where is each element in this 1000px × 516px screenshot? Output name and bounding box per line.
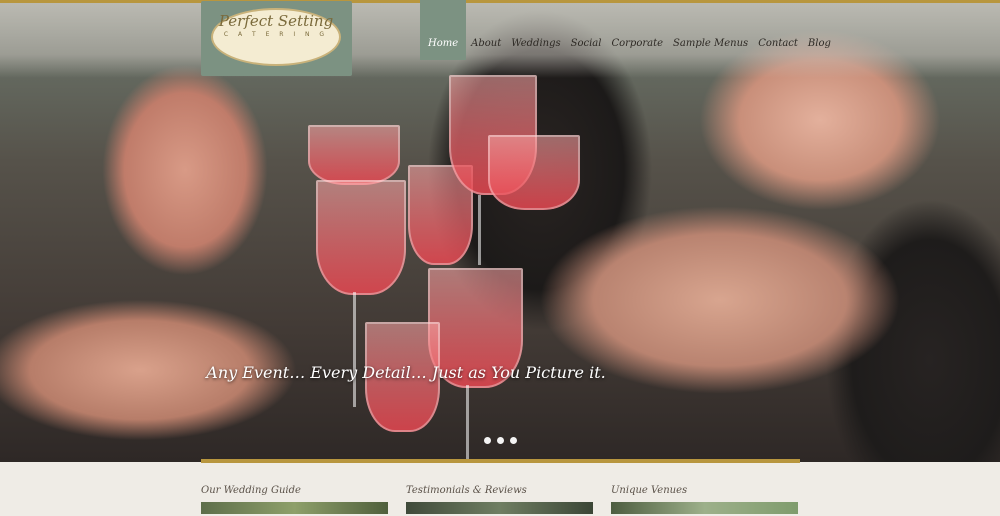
nav-contact[interactable]: Contact [753, 0, 803, 60]
glass-stem [478, 195, 481, 265]
hero-tagline: Any Event… Every Detail… Just as You Pic… [206, 363, 606, 382]
nav-home[interactable]: Home [420, 0, 467, 60]
cocktail-glass [488, 135, 580, 210]
nav-sample-menus[interactable]: Sample Menus [668, 0, 753, 60]
nav-about[interactable]: About [466, 0, 506, 60]
slider-pagination [484, 437, 517, 444]
nav-corporate[interactable]: Corporate [606, 0, 668, 60]
slider-dot-1[interactable] [484, 437, 491, 444]
nav-social[interactable]: Social [566, 0, 607, 60]
cocktail-glass [316, 180, 406, 295]
feature-title[interactable]: Testimonials & Reviews [406, 484, 594, 498]
glass-stem [466, 385, 469, 460]
main-navigation: Home About Weddings Social Corporate Sam… [420, 0, 836, 60]
slider-dot-2[interactable] [497, 437, 504, 444]
feature-thumbnail[interactable] [611, 502, 798, 514]
slider-dot-3[interactable] [510, 437, 517, 444]
site-logo[interactable]: Perfect Setting C A T E R I N G [201, 1, 352, 76]
feature-testimonials[interactable]: Testimonials & Reviews [406, 484, 594, 514]
logo-subtitle: C A T E R I N G [223, 31, 329, 38]
cocktail-glass [308, 125, 400, 185]
logo-badge: Perfect Setting C A T E R I N G [211, 8, 341, 66]
feature-wedding-guide[interactable]: Our Wedding Guide [201, 484, 389, 514]
hero-gold-rule [201, 459, 800, 463]
feature-thumbnail[interactable] [406, 502, 593, 514]
feature-title[interactable]: Our Wedding Guide [201, 484, 389, 498]
glass-stem [353, 292, 356, 407]
logo-name: Perfect Setting [218, 12, 334, 30]
nav-blog[interactable]: Blog [803, 0, 836, 60]
feature-unique-venues[interactable]: Unique Venues [611, 484, 799, 514]
nav-weddings[interactable]: Weddings [506, 0, 565, 60]
feature-title[interactable]: Unique Venues [611, 484, 799, 498]
feature-thumbnail[interactable] [201, 502, 388, 514]
